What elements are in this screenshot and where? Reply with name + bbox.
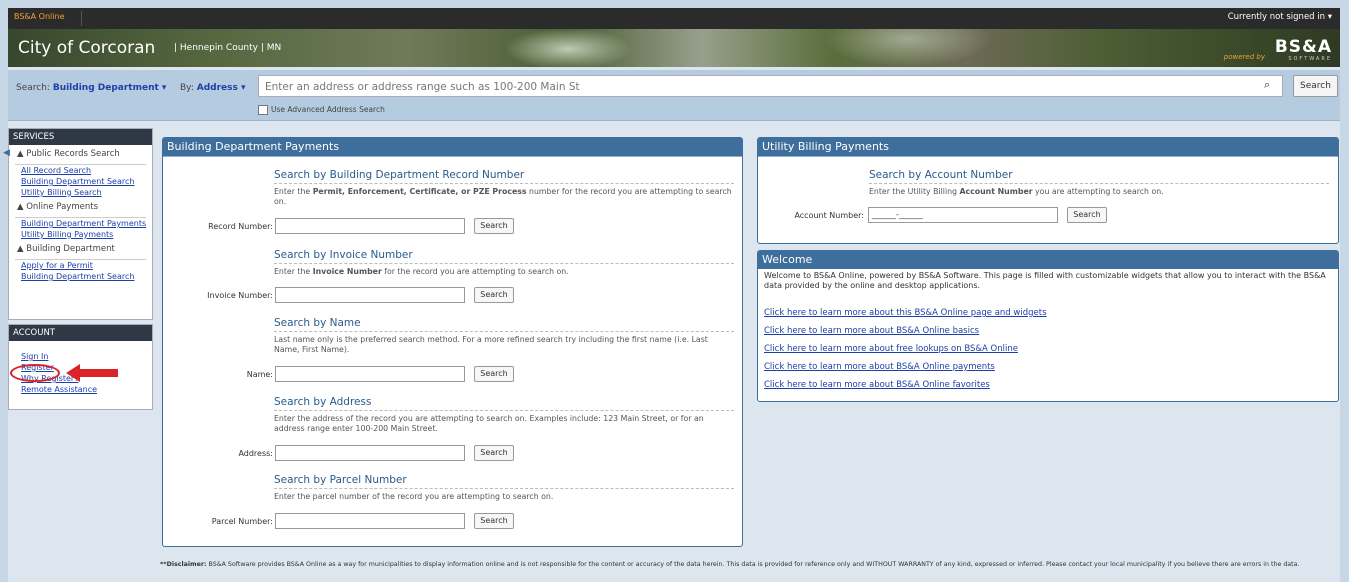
account-number-search-button[interactable]: Search: [1067, 207, 1107, 223]
welcome-link-favorites[interactable]: Click here to learn more about BS&A Onli…: [764, 380, 990, 390]
account-number-description: Enter the Utility Billing Account Number…: [869, 187, 1164, 196]
welcome-link-page-widgets[interactable]: Click here to learn more about this BS&A…: [764, 308, 1047, 318]
sidebar-item-building-payments[interactable]: Building Department Payments: [9, 218, 152, 229]
welcome-link-payments[interactable]: Click here to learn more about BS&A Onli…: [764, 362, 995, 372]
divider: [869, 183, 1329, 184]
parcel-number-description: Enter the parcel number of the record yo…: [274, 492, 554, 501]
parcel-number-input[interactable]: [275, 513, 465, 529]
sidebar-item-all-record-search[interactable]: All Record Search: [9, 165, 152, 176]
account-number-section-title: Search by Account Number: [869, 169, 1013, 181]
divider: [274, 183, 734, 184]
divider: [758, 156, 1338, 157]
top-bar: BS&A Online Currently not signed in ▾: [8, 8, 1340, 29]
advanced-search-label: Use Advanced Address Search: [271, 105, 385, 114]
utility-billing-payments-panel: Utility Billing Payments Search by Accou…: [757, 137, 1339, 244]
name-search-button[interactable]: Search: [474, 366, 514, 382]
welcome-panel: Welcome Welcome to BS&A Online, powered …: [757, 250, 1339, 402]
search-button[interactable]: Search: [1293, 75, 1338, 97]
record-number-label: Record Number:: [208, 222, 273, 231]
search-scope-value[interactable]: Building Department ▾: [53, 83, 167, 93]
powered-by: powered by: [1223, 53, 1265, 61]
name-description: Last name only is the preferred search m…: [274, 335, 708, 354]
building-department-payments-panel: Building Department Payments Search by B…: [162, 137, 743, 547]
remote-assistance-link[interactable]: Remote Assistance: [9, 384, 152, 395]
account-number-label: Account Number:: [794, 211, 864, 220]
advanced-address-search-option[interactable]: Use Advanced Address Search: [258, 105, 385, 115]
parcel-number-label: Parcel Number:: [211, 517, 273, 526]
search-by-dropdown[interactable]: By: Address ▾: [180, 83, 246, 93]
city-banner: City of Corcoran | Hennepin County | MN …: [8, 29, 1340, 67]
invoice-number-section-title: Search by Invoice Number: [274, 249, 413, 261]
account-number-input[interactable]: ______-______: [868, 207, 1058, 223]
welcome-link-basics[interactable]: Click here to learn more about BS&A Onli…: [764, 326, 979, 336]
sidebar-item-apply-permit[interactable]: Apply for a Permit: [9, 260, 152, 271]
online-payments-group[interactable]: ▲ Online Payments: [9, 198, 152, 214]
register-highlight-circle: [10, 364, 60, 382]
address-section-title: Search by Address: [274, 396, 372, 408]
name-input[interactable]: [275, 366, 465, 382]
divider: [274, 331, 734, 332]
invoice-number-description: Enter the Invoice Number for the record …: [274, 267, 569, 276]
services-header: SERVICES: [9, 129, 152, 145]
search-by-value[interactable]: Address ▾: [197, 83, 246, 93]
record-number-description: Enter the Permit, Enforcement, Certifica…: [274, 187, 732, 206]
account-header: ACCOUNT: [9, 325, 152, 341]
sign-in-link[interactable]: Sign In: [9, 351, 152, 362]
search-scope-label: Search:: [16, 83, 50, 93]
app-name[interactable]: BS&A Online: [14, 12, 64, 21]
address-label: Address:: [238, 449, 273, 458]
search-bar: Search: Building Department ▾ By: Addres…: [8, 70, 1340, 121]
search-icon[interactable]: ⌕: [1264, 78, 1270, 92]
public-records-group[interactable]: ▲ Public Records Search: [9, 145, 152, 161]
invoice-number-label: Invoice Number:: [207, 291, 273, 300]
record-number-search-button[interactable]: Search: [474, 218, 514, 234]
bdp-panel-title: Building Department Payments: [163, 138, 742, 156]
record-number-input[interactable]: [275, 218, 465, 234]
welcome-text: Welcome to BS&A Online, powered by BS&A …: [764, 271, 1326, 290]
name-section-title: Search by Name: [274, 317, 361, 329]
divider: [274, 263, 734, 264]
bsa-logo-sub: SOFTWARE: [1288, 56, 1332, 62]
search-by-label: By:: [180, 83, 194, 93]
parcel-number-section-title: Search by Parcel Number: [274, 474, 407, 486]
address-search-button[interactable]: Search: [474, 445, 514, 461]
divider: [163, 156, 742, 157]
county-state: | Hennepin County | MN: [174, 43, 282, 53]
address-search-input[interactable]: Enter an address or address range such a…: [258, 75, 1283, 97]
invoice-number-search-button[interactable]: Search: [474, 287, 514, 303]
sidebar-item-building-search[interactable]: Building Department Search: [9, 176, 152, 187]
search-scope-dropdown[interactable]: Search: Building Department ▾: [16, 83, 166, 93]
divider: [81, 11, 82, 26]
divider: [274, 488, 734, 489]
advanced-search-checkbox[interactable]: [258, 105, 268, 115]
welcome-link-free-lookups[interactable]: Click here to learn more about free look…: [764, 344, 1018, 354]
address-input[interactable]: [275, 445, 465, 461]
city-name: City of Corcoran: [18, 38, 156, 58]
building-department-group[interactable]: ▲ Building Department: [9, 240, 152, 256]
parcel-number-search-button[interactable]: Search: [474, 513, 514, 529]
record-number-section-title: Search by Building Department Record Num…: [274, 169, 525, 181]
bsa-logo: BS&A: [1274, 37, 1332, 57]
services-panel: SERVICES ▲ Public Records Search All Rec…: [8, 128, 153, 320]
collapse-arrow-icon[interactable]: ◀: [3, 148, 10, 158]
address-description: Enter the address of the record you are …: [274, 414, 704, 433]
sidebar-item-utility-payments[interactable]: Utility Billing Payments: [9, 229, 152, 240]
invoice-number-input[interactable]: [275, 287, 465, 303]
ubp-panel-title: Utility Billing Payments: [758, 138, 1338, 156]
name-label: Name:: [246, 370, 273, 379]
red-arrow-icon: [66, 364, 118, 382]
sidebar-item-building-search-2[interactable]: Building Department Search: [9, 271, 152, 282]
sidebar-item-utility-search[interactable]: Utility Billing Search: [9, 187, 152, 198]
signin-status-menu[interactable]: Currently not signed in ▾: [1228, 12, 1332, 22]
disclaimer-text: **Disclaimer: BS&A Software provides BS&…: [160, 561, 1300, 568]
welcome-panel-title: Welcome: [758, 251, 1338, 269]
divider: [274, 410, 734, 411]
